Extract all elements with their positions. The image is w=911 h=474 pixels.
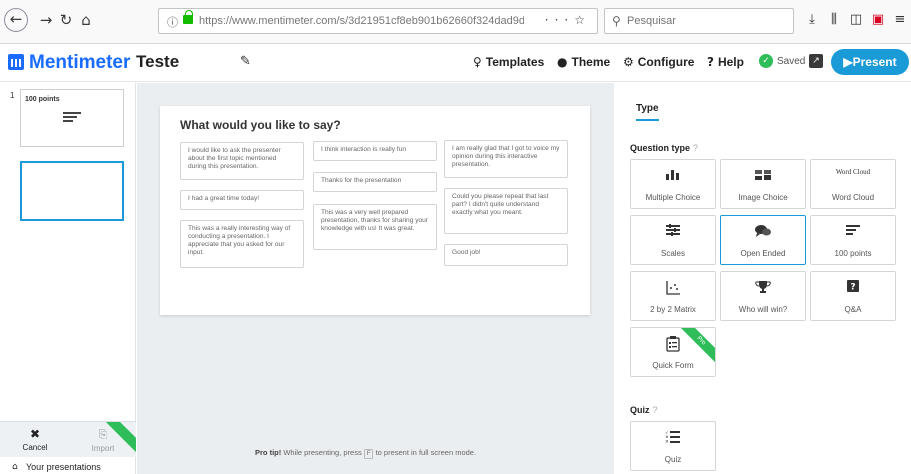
response-card: I think interaction is really fun: [313, 141, 437, 161]
type-who-will-win[interactable]: Who will win?: [720, 271, 806, 321]
address-bar[interactable]: ⓘ https://www.mentimeter.com/s/3d21951cf…: [158, 8, 598, 34]
info-icon[interactable]: ⓘ: [167, 14, 178, 30]
question-icon: ?: [707, 55, 714, 69]
menu-icon[interactable]: ≡: [889, 12, 911, 27]
extension-icon[interactable]: ▣: [867, 12, 889, 27]
type-open-ended[interactable]: Open Ended: [720, 215, 806, 265]
help-icon[interactable]: ?: [653, 405, 658, 415]
present-button[interactable]: ▶Present: [831, 49, 909, 75]
response-card: Thanks for the presentation: [313, 172, 437, 192]
lock-icon: [183, 10, 193, 24]
checkmark-icon: ✓: [759, 54, 773, 68]
slide-number: 1: [10, 91, 15, 100]
type-100-points[interactable]: 100 points: [810, 215, 896, 265]
browser-tools: ⤓ ⫼ ◫ ▣ ≡: [801, 12, 911, 27]
pro-tip: Pro tip! While presenting, press F to pr…: [255, 448, 477, 459]
presentation-title[interactable]: Teste: [136, 52, 179, 72]
slide-thumbnail[interactable]: 100 points: [20, 89, 124, 147]
matrix-icon: [631, 280, 715, 300]
response-card: This was a really interesting way of con…: [180, 220, 304, 268]
slide-question: What would you like to say?: [180, 118, 341, 132]
slide-actions-bar: ✖ Cancel ⎘ Import: [0, 421, 136, 458]
external-link-icon[interactable]: ↗: [809, 54, 823, 68]
app-header: Mentimeter Teste ✎ ♀ Templates ● Theme ⚙ Co…: [0, 44, 911, 82]
response-card: I would like to ask the presenter about …: [180, 142, 304, 180]
type-scales[interactable]: Scales: [630, 215, 716, 265]
logo[interactable]: Mentimeter: [8, 52, 130, 74]
qa-icon: ?: [811, 280, 895, 298]
type-quiz[interactable]: ✓ ✕ ✕ Quiz: [630, 421, 716, 471]
slide-preview[interactable]: What would you like to say? I would like…: [160, 106, 590, 315]
question-type-heading: Question type?: [630, 143, 699, 153]
keyboard-key: F: [363, 449, 374, 459]
help-icon[interactable]: ?: [693, 143, 698, 153]
your-presentations-link[interactable]: ⌂ Your presentations: [12, 462, 101, 472]
templates-button[interactable]: ♀ Templates: [473, 55, 544, 69]
type-quick-form[interactable]: Quick Form Pro: [630, 327, 716, 377]
sidebar-icon[interactable]: ◫: [845, 12, 867, 27]
cancel-button[interactable]: ✖ Cancel: [0, 422, 70, 458]
lightbulb-icon: ♀: [473, 55, 482, 69]
quiz-heading: Quiz?: [630, 405, 658, 415]
slides-panel: 1 100 points ✖ Cancel ⎘ Import ⌂ Your pr…: [0, 83, 136, 474]
lines-icon: [811, 224, 895, 240]
play-icon: ▶: [843, 55, 853, 69]
svg-text:?: ?: [850, 283, 855, 293]
word-cloud-icon: Word Cloud: [835, 168, 871, 176]
back-arrow-icon[interactable]: ←: [4, 8, 28, 32]
theme-button[interactable]: ● Theme: [557, 55, 610, 69]
page-actions-icon[interactable]: ···☆: [545, 13, 591, 27]
help-button[interactable]: ? Help: [707, 55, 744, 69]
search-icon: ⚲: [612, 14, 621, 28]
saved-status: Saved: [777, 56, 806, 67]
configure-button[interactable]: ⚙ Configure: [623, 55, 694, 69]
type-qa[interactable]: ? Q&A: [810, 271, 896, 321]
slide-thumbnail-current[interactable]: [20, 161, 124, 221]
browser-toolbar: ← → ↻ ⌂ ⓘ https://www.mentimeter.com/s/3…: [0, 0, 911, 44]
quiz-list-icon: ✓ ✕ ✕: [631, 430, 715, 448]
library-icon[interactable]: ⫼: [823, 12, 845, 27]
home-icon: ⌂: [12, 462, 18, 472]
type-2-by-2-matrix[interactable]: 2 by 2 Matrix: [630, 271, 716, 321]
bar-chart-icon: [631, 168, 715, 184]
droplet-icon: ●: [557, 55, 568, 69]
svg-text:✕: ✕: [665, 440, 669, 444]
speech-bubbles-icon: [721, 224, 805, 242]
type-word-cloud[interactable]: Word Cloud Word Cloud: [810, 159, 896, 209]
response-card: I had a great time today!: [180, 190, 304, 210]
response-card: Could you please repeat that last part? …: [444, 188, 568, 234]
response-card: Good job!: [444, 244, 568, 266]
response-card: I am really glad that I got to voice my …: [444, 140, 568, 178]
edit-pencil-icon[interactable]: ✎: [240, 54, 251, 69]
slide-canvas-area: What would you like to say? I would like…: [137, 83, 614, 474]
lines-icon: [63, 112, 81, 124]
gear-icon: ⚙: [623, 55, 634, 69]
browser-search[interactable]: ⚲: [604, 8, 794, 34]
url-text: https://www.mentimeter.com/s/3d21951cf8e…: [199, 15, 524, 27]
slide-thumbnail-label: 100 points: [25, 96, 60, 103]
question-type-panel: Type Question type? Multiple Choice Imag…: [614, 83, 911, 474]
logo-icon: [8, 54, 24, 70]
tab-type[interactable]: Type: [636, 103, 659, 121]
type-multiple-choice[interactable]: Multiple Choice: [630, 159, 716, 209]
scales-icon: [631, 224, 715, 240]
image-choice-icon: [721, 168, 805, 184]
import-button[interactable]: ⎘ Import: [70, 422, 136, 458]
home-icon[interactable]: ⌂: [74, 8, 98, 32]
response-card: This was a very well prepared presentati…: [313, 204, 437, 250]
trophy-icon: [721, 280, 805, 298]
type-image-choice[interactable]: Image Choice: [720, 159, 806, 209]
search-input[interactable]: [627, 13, 787, 29]
close-icon: ✖: [29, 427, 41, 441]
download-icon[interactable]: ⤓: [801, 12, 823, 27]
